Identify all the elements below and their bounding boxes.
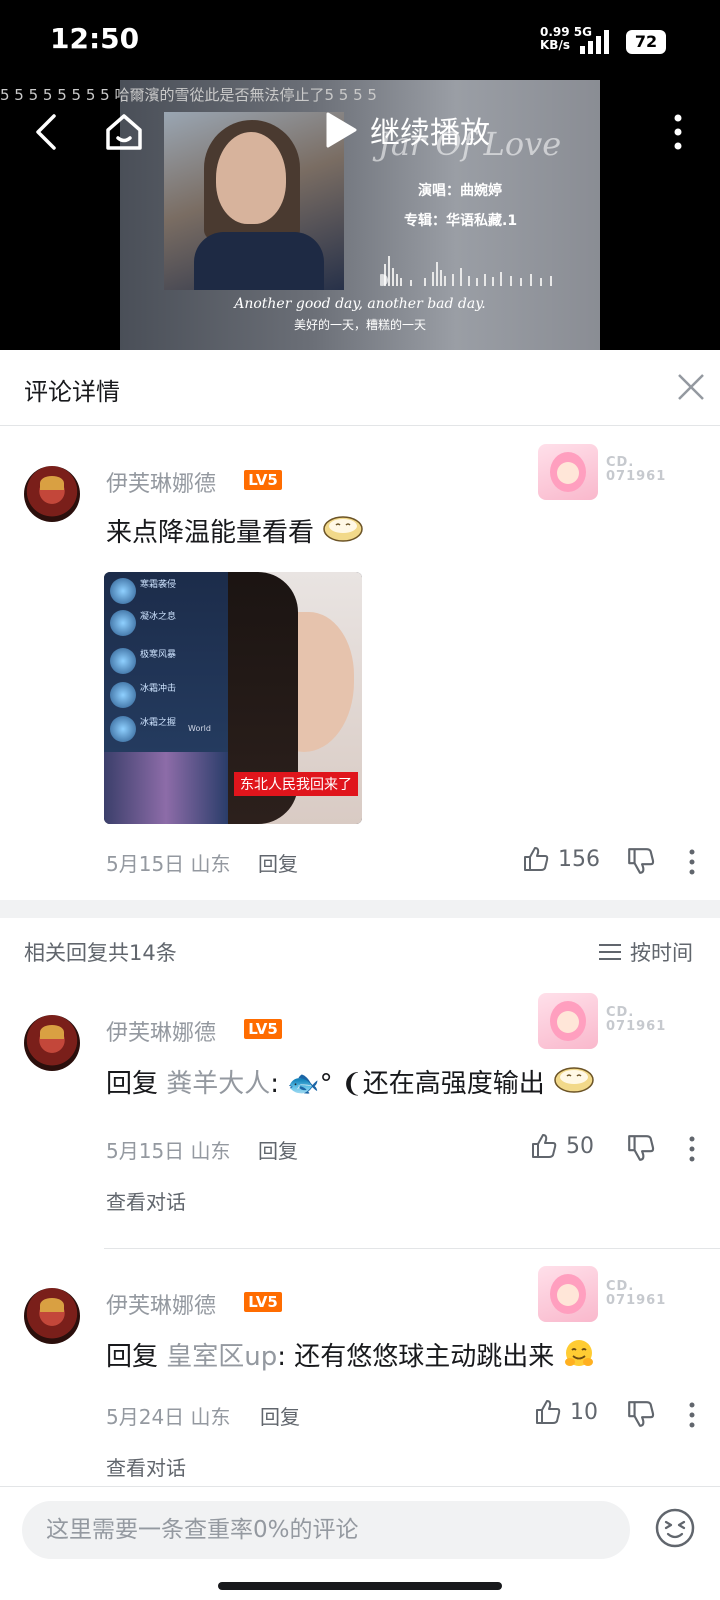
panel-title: 评论详情 bbox=[24, 378, 120, 406]
play-icon bbox=[326, 112, 357, 148]
thumbs-up-icon bbox=[524, 847, 549, 871]
lyric-english: Another good day, another bad day. bbox=[234, 296, 486, 312]
hug-emoji-icon bbox=[564, 1340, 593, 1366]
bowl-emoji-icon bbox=[323, 516, 364, 542]
cover-photo bbox=[164, 112, 344, 290]
like-count: 156 bbox=[558, 846, 600, 872]
reply-button[interactable]: 回复 bbox=[258, 848, 298, 877]
back-icon[interactable] bbox=[28, 112, 68, 152]
username[interactable]: 伊芙琳娜德 bbox=[106, 1015, 216, 1047]
comment-detail-header: 评论详情 bbox=[0, 350, 720, 426]
status-time: 12:50 bbox=[50, 22, 140, 55]
status-bar: 12:50 0.99 5G KB/s 72 bbox=[0, 0, 720, 80]
reply-button[interactable]: 回复 bbox=[260, 1401, 300, 1430]
fan-badge[interactable] bbox=[538, 444, 598, 500]
more-vertical-icon[interactable] bbox=[688, 1401, 696, 1429]
continue-play-label: 继续播放 bbox=[370, 116, 490, 151]
comment-image[interactable]: 寒霜袭侵 凝冰之息 极寒风暴 冰霜冲击 冰霜之握 World 东北人民我回来了 bbox=[104, 572, 362, 824]
like-button[interactable]: 10 bbox=[534, 1398, 598, 1426]
fan-badge-code: CD. 071961 bbox=[606, 1005, 667, 1034]
more-vertical-icon[interactable] bbox=[688, 1135, 696, 1163]
thumbs-down-icon[interactable] bbox=[626, 846, 656, 876]
fan-badge[interactable] bbox=[538, 993, 598, 1049]
comment-date: 5月15日 山东 bbox=[106, 852, 231, 876]
username[interactable]: 伊芙琳娜德 bbox=[106, 466, 216, 498]
level-badge: LV5 bbox=[244, 1292, 282, 1312]
thumbs-down-icon[interactable] bbox=[626, 1133, 656, 1163]
sort-button[interactable]: 按时间 bbox=[598, 937, 693, 967]
view-conversation-link[interactable]: 查看对话 bbox=[106, 1186, 186, 1215]
home-icon[interactable] bbox=[102, 110, 146, 154]
battery-indicator: 72 bbox=[626, 30, 666, 54]
replies-count: 相关回复共14条 bbox=[24, 941, 177, 965]
fan-badge-code: CD. 071961 bbox=[606, 455, 667, 484]
more-vertical-icon[interactable] bbox=[668, 112, 688, 152]
continue-play-button[interactable]: 继续播放 bbox=[324, 108, 490, 152]
thumbs-up-icon bbox=[532, 1134, 557, 1158]
close-icon[interactable] bbox=[676, 372, 706, 402]
singer-label: 演唱：曲婉婷 bbox=[418, 183, 502, 199]
emoji-icon[interactable] bbox=[654, 1507, 696, 1549]
reply-date: 5月24日 山东 bbox=[106, 1405, 231, 1429]
lyric-chinese: 美好的一天，糟糕的一天 bbox=[293, 318, 426, 332]
level-badge: LV5 bbox=[244, 470, 282, 490]
reply-date: 5月15日 山东 bbox=[106, 1139, 231, 1163]
thumbs-down-icon[interactable] bbox=[626, 1399, 656, 1429]
comment-text: 来点降温能量看看 bbox=[106, 512, 364, 549]
view-conversation-link[interactable]: 查看对话 bbox=[106, 1452, 186, 1481]
divider bbox=[104, 1248, 720, 1249]
like-button[interactable]: 50 bbox=[530, 1132, 594, 1160]
comment-input[interactable] bbox=[22, 1501, 630, 1559]
menu-lines-icon bbox=[599, 944, 621, 960]
avatar[interactable] bbox=[24, 1015, 80, 1071]
danmaku-layer: 5 5 5 5 5 5 5 5 哈爾濱的雪從此是否無法停止了5 5 5 5 bbox=[0, 86, 377, 104]
video-player[interactable]: 5 5 5 5 5 5 5 5 哈爾濱的雪從此是否無法停止了5 5 5 5 Ja… bbox=[0, 80, 720, 350]
section-divider bbox=[0, 900, 720, 918]
sort-label: 按时间 bbox=[630, 941, 693, 965]
like-count: 50 bbox=[566, 1133, 594, 1159]
username[interactable]: 伊芙琳娜德 bbox=[106, 1288, 216, 1320]
fan-badge-code: CD. 071961 bbox=[606, 1279, 667, 1308]
avatar[interactable] bbox=[24, 1288, 80, 1344]
bowl-emoji-icon bbox=[554, 1067, 594, 1093]
like-button[interactable]: 156 bbox=[522, 845, 600, 873]
like-count: 10 bbox=[570, 1399, 598, 1425]
avatar[interactable] bbox=[24, 466, 80, 522]
image-caption: 东北人民我回来了 bbox=[234, 772, 358, 796]
album-label: 专辑：华语私藏.1 bbox=[404, 213, 518, 229]
thumbs-up-icon bbox=[536, 1400, 561, 1424]
reply-text: 回复 皇室区up: 还有悠悠球主动跳出来 bbox=[106, 1336, 595, 1373]
home-indicator bbox=[218, 1582, 502, 1590]
reply-button[interactable]: 回复 bbox=[258, 1135, 298, 1164]
reply-text: 回复 粪羊大人: 🐟° ❨还在高强度输出 bbox=[106, 1063, 595, 1100]
fan-badge[interactable] bbox=[538, 1266, 598, 1322]
more-vertical-icon[interactable] bbox=[688, 848, 696, 876]
mention-link[interactable]: 粪羊大人 bbox=[166, 1069, 270, 1099]
waveform-icon bbox=[380, 256, 552, 286]
level-badge: LV5 bbox=[244, 1019, 282, 1039]
mention-link[interactable]: 皇室区up bbox=[166, 1342, 277, 1372]
signal-icon bbox=[580, 30, 609, 54]
